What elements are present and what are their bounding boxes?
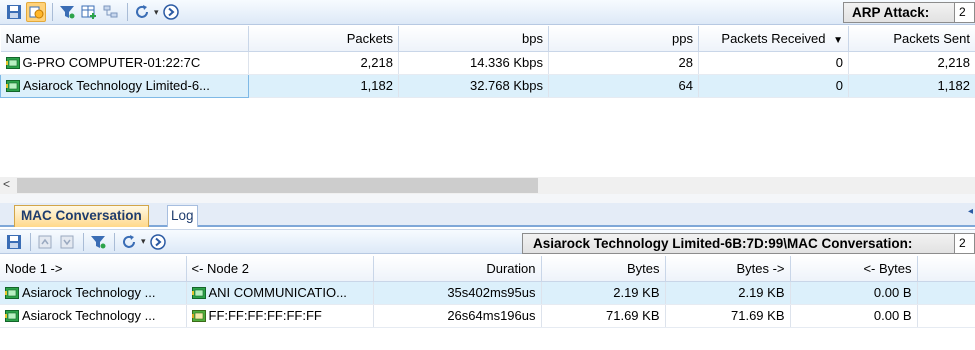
go-icon[interactable]	[161, 2, 181, 22]
cell-node1: Asiarock Technology ...	[0, 281, 187, 305]
row-label: FF:FF:FF:FF:FF:FF	[208, 308, 322, 323]
cell-packets-sent: 2,218	[848, 51, 975, 75]
cell-node2: FF:FF:FF:FF:FF:FF	[186, 304, 374, 328]
table-header: Node 1 -> <- Node 2 Duration Bytes Bytes…	[0, 256, 975, 282]
conversation-path-value[interactable]: 2	[955, 233, 975, 254]
cell-bytes-out: 71.69 KB	[665, 304, 791, 328]
host-icon	[5, 310, 19, 322]
cell-bps: 32.768 Kbps	[398, 74, 549, 98]
cell-packets-sent: 1,182	[848, 74, 975, 98]
column-header-label: Packets Received	[721, 30, 826, 46]
column-header-bytes-in[interactable]: <- Bytes	[790, 256, 918, 282]
column-header-node1[interactable]: Node 1 ->	[0, 256, 187, 282]
mac-conversation-table: Node 1 -> <- Node 2 Duration Bytes Bytes…	[0, 256, 975, 328]
pane-splitter[interactable]	[0, 194, 975, 203]
scroll-left-arrow[interactable]: <	[3, 177, 10, 191]
save-icon[interactable]	[4, 232, 24, 252]
tab-mac-conversation[interactable]: MAC Conversation	[14, 205, 149, 227]
column-header-bytes[interactable]: Bytes	[541, 256, 666, 282]
host-icon	[192, 287, 206, 299]
top-toolbar: ▾ ARP Attack: 2	[0, 0, 975, 25]
host-icon	[6, 57, 20, 69]
bottom-toolbar: ▾ Asiarock Technology Limited-6B:7D:99\M…	[0, 229, 975, 254]
column-header-node2[interactable]: <- Node 2	[186, 256, 374, 282]
cell-bps: 14.336 Kbps	[398, 51, 549, 75]
conversation-path-panel: Asiarock Technology Limited-6B:7D:99\MAC…	[522, 233, 975, 254]
tab-strip: MAC Conversation Log ◂	[0, 203, 975, 227]
table-row[interactable]: Asiarock Technology Limited-6... 1,182 3…	[0, 73, 975, 98]
cell-name: G-PRO COMPUTER-01:22:7C	[0, 51, 249, 75]
refresh-icon[interactable]	[132, 2, 152, 22]
cell-bytes: 2.19 KB	[541, 281, 666, 305]
column-header-bytes-out[interactable]: Bytes ->	[665, 256, 791, 282]
tree-icon[interactable]	[101, 2, 121, 22]
cell-bytes-in: 0.00 B	[790, 304, 918, 328]
row-label: ANI COMMUNICATIO...	[208, 285, 347, 300]
cell-node2: ANI COMMUNICATIO...	[186, 281, 374, 305]
arp-attack-label: ARP Attack:	[843, 2, 955, 23]
broadcast-icon	[192, 310, 206, 322]
column-header-duration[interactable]: Duration	[373, 256, 542, 282]
refresh-icon[interactable]	[119, 232, 139, 252]
tab-scroll-left-icon[interactable]: ◂	[968, 206, 973, 217]
bookmark-prev-icon[interactable]	[35, 232, 55, 252]
column-header-empty	[917, 256, 975, 282]
node-table: Name Packets bps pps Packets Received ▼ …	[0, 26, 975, 98]
cell-packets: 2,218	[248, 51, 399, 75]
host-icon	[5, 287, 19, 299]
cell-name: Asiarock Technology Limited-6...	[0, 73, 249, 98]
row-label: Asiarock Technology ...	[22, 308, 156, 323]
save-icon[interactable]	[4, 2, 24, 22]
column-header-packets[interactable]: Packets	[248, 26, 399, 52]
sort-descending-icon: ▼	[833, 34, 843, 46]
filter-icon[interactable]	[57, 2, 77, 22]
cell-packets-received: 0	[698, 51, 849, 75]
cell-empty	[917, 281, 975, 305]
conversation-path-label: Asiarock Technology Limited-6B:7D:99\MAC…	[522, 233, 955, 254]
toolbar-separator	[83, 232, 84, 251]
table-row[interactable]: Asiarock Technology ... FF:FF:FF:FF:FF:F…	[0, 304, 975, 328]
column-header-packets-received[interactable]: Packets Received ▼	[698, 26, 849, 52]
cell-bytes-in: 0.00 B	[790, 281, 918, 305]
horizontal-scrollbar[interactable]: <	[0, 177, 975, 194]
cell-duration: 26s64ms196us	[373, 304, 542, 328]
cell-bytes: 71.69 KB	[541, 304, 666, 328]
toolbar-separator	[114, 232, 115, 251]
arp-attack-panel: ARP Attack: 2	[843, 2, 975, 23]
row-label: G-PRO COMPUTER-01:22:7C	[22, 55, 201, 70]
column-header-bps[interactable]: bps	[398, 26, 549, 52]
dropdown-arrow-icon[interactable]: ▾	[154, 7, 159, 18]
host-icon	[6, 80, 20, 92]
toolbar-separator	[30, 232, 31, 251]
cell-node1: Asiarock Technology ...	[0, 304, 187, 328]
row-label: Asiarock Technology Limited-6...	[23, 78, 210, 93]
column-header-name[interactable]: Name	[0, 26, 249, 52]
dropdown-arrow-icon[interactable]: ▾	[141, 236, 146, 247]
table-row[interactable]: G-PRO COMPUTER-01:22:7C 2,218 14.336 Kbp…	[0, 51, 975, 75]
column-header-pps[interactable]: pps	[548, 26, 699, 52]
cell-bytes-out: 2.19 KB	[665, 281, 791, 305]
toolbar-separator	[127, 3, 128, 21]
table-row[interactable]: Asiarock Technology ... ANI COMMUNICATIO…	[0, 281, 975, 305]
tab-log[interactable]: Log	[167, 205, 198, 227]
cell-pps: 64	[548, 74, 699, 98]
row-label: Asiarock Technology ...	[22, 285, 156, 300]
cell-empty	[917, 304, 975, 328]
cell-duration: 35s402ms95us	[373, 281, 542, 305]
scrollbar-thumb[interactable]	[17, 178, 538, 193]
filter-icon[interactable]	[88, 232, 108, 252]
cell-packets-received: 0	[698, 74, 849, 98]
go-icon[interactable]	[148, 232, 168, 252]
cell-packets: 1,182	[248, 74, 399, 98]
add-column-icon[interactable]	[79, 2, 99, 22]
toolbar-separator	[52, 3, 53, 21]
arp-attack-value[interactable]: 2	[955, 2, 975, 23]
cell-pps: 28	[548, 51, 699, 75]
node-view-icon[interactable]	[26, 2, 46, 22]
table-header: Name Packets bps pps Packets Received ▼ …	[0, 26, 975, 52]
column-header-packets-sent[interactable]: Packets Sent	[848, 26, 975, 52]
bookmark-next-icon[interactable]	[57, 232, 77, 252]
